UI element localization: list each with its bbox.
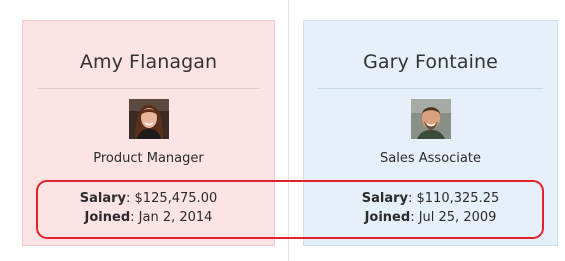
salary-value: : $125,475.00 [126, 191, 218, 206]
employee-job-title: Product Manager [93, 151, 204, 166]
salary-row: Salary: $110,325.25 [304, 191, 557, 206]
salary-label: Salary [79, 191, 127, 206]
employee-card-gary-fontaine[interactable]: Gary Fontaine Sales Associate Salary: $1… [303, 20, 558, 246]
card-divider [318, 88, 543, 89]
joined-value: : Jan 2, 2014 [130, 210, 213, 225]
man-portrait-icon [410, 99, 451, 139]
salary-row: Salary: $125,475.00 [23, 191, 274, 206]
joined-row: Joined: Jul 25, 2009 [304, 210, 557, 225]
salary-label: Salary [361, 191, 409, 206]
woman-portrait-icon [128, 99, 169, 139]
card-divider [37, 88, 260, 89]
joined-value: : Jul 25, 2009 [410, 210, 497, 225]
employee-card-amy-flanagan[interactable]: Amy Flanagan Product Manager Salary: $12… [22, 20, 275, 246]
employee-name: Gary Fontaine [363, 51, 498, 73]
employee-job-title: Sales Associate [380, 151, 481, 166]
employee-cards-view: Amy Flanagan Product Manager Salary: $12… [0, 0, 565, 261]
column-divider [288, 0, 289, 261]
joined-label: Joined [364, 210, 411, 225]
employee-name: Amy Flanagan [79, 51, 218, 73]
joined-row: Joined: Jan 2, 2014 [23, 210, 274, 225]
joined-label: Joined [84, 210, 131, 225]
salary-value: : $110,325.25 [408, 191, 500, 206]
